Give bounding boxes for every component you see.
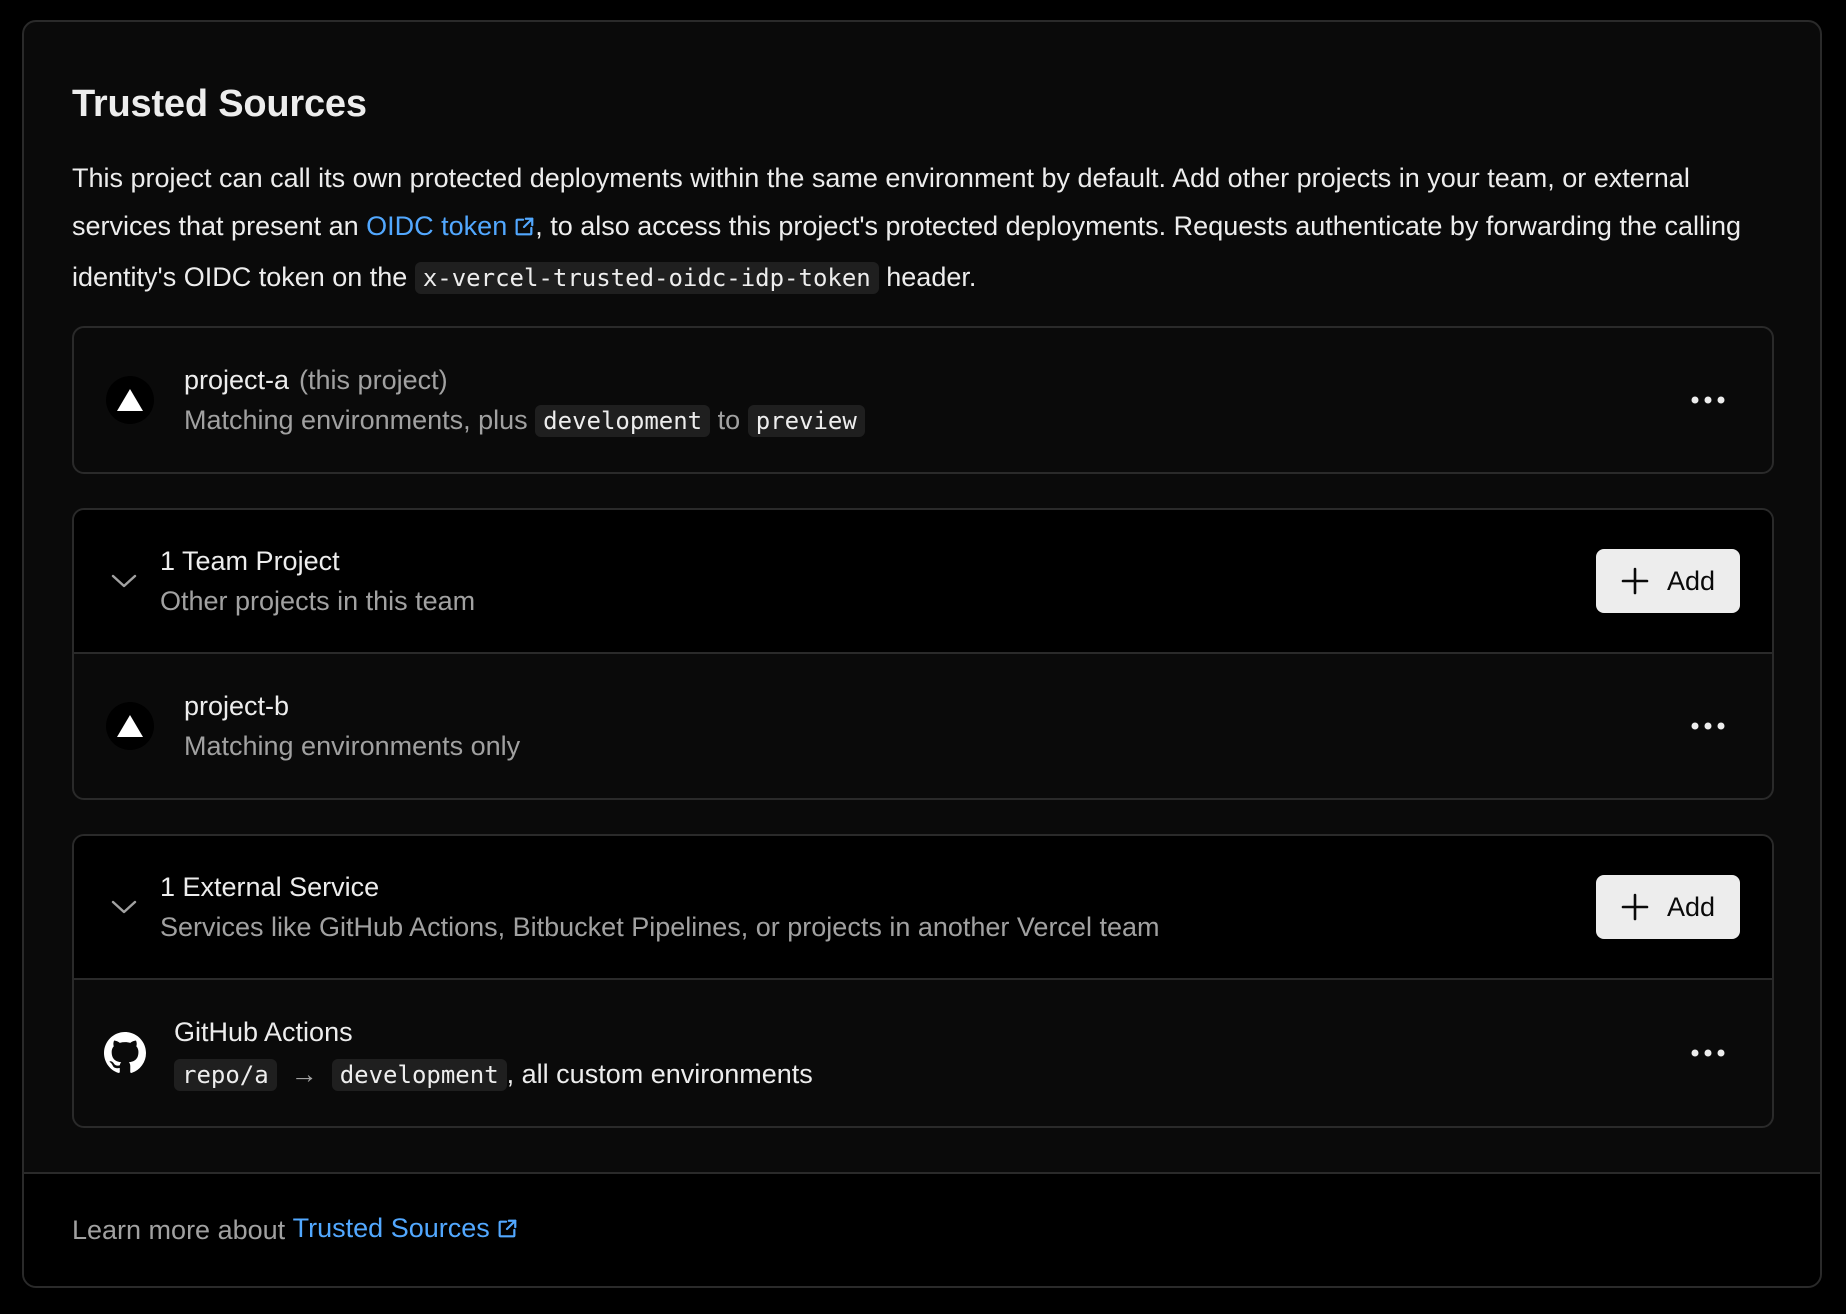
group-subtitle: Other projects in this team: [160, 586, 476, 616]
project-name: project-b: [184, 691, 290, 721]
plus-icon: [1621, 567, 1649, 595]
github-icon: [104, 1032, 146, 1074]
self-project-box: project-a (this project) Matching environ…: [72, 326, 1774, 474]
plus-icon: [1621, 893, 1649, 921]
arrow-right-icon: →: [290, 1058, 318, 1089]
self-project-info: project-a (this project) Matching environ…: [184, 362, 865, 439]
project-environments: Matching environments only: [184, 731, 521, 761]
team-projects-header: 1 Team Project Other projects in this te…: [74, 510, 1772, 654]
add-external-service-button[interactable]: Add: [1596, 875, 1740, 939]
chevron-down-icon[interactable]: [108, 891, 140, 923]
group-title: 1 Team Project: [160, 546, 340, 576]
external-link-icon: [513, 205, 535, 253]
group-title: 1 External Service: [160, 872, 380, 902]
external-services-group: 1 External Service Services like GitHub …: [72, 834, 1774, 1128]
this-project-tag: (this project): [299, 364, 448, 395]
repo-code: repo/a: [174, 1058, 277, 1091]
team-projects-group: 1 Team Project Other projects in this te…: [72, 508, 1774, 800]
section-description: This project can call its own protected …: [72, 163, 1742, 294]
group-subtitle: Services like GitHub Actions, Bitbucket …: [160, 912, 1160, 942]
chevron-down-icon[interactable]: [108, 565, 140, 597]
env-code: development: [535, 404, 711, 437]
service-mapping: repo/a → development, all custom environme…: [174, 1056, 813, 1093]
trusted-sources-docs-link[interactable]: Trusted Sources: [293, 1213, 518, 1247]
footer-text: Learn more about: [72, 1214, 286, 1245]
vercel-triangle-icon: [106, 702, 154, 750]
add-team-project-button[interactable]: Add: [1596, 549, 1740, 613]
header-name-code: x-vercel-trusted-oidc-idp-token: [414, 262, 879, 294]
env-code: development: [331, 1058, 507, 1091]
ellipsis-icon: [1691, 722, 1725, 730]
more-options-button[interactable]: [1688, 1033, 1728, 1073]
ellipsis-icon: [1691, 396, 1725, 404]
ellipsis-icon: [1691, 1049, 1725, 1057]
env-code: preview: [747, 404, 865, 437]
more-options-button[interactable]: [1688, 380, 1728, 420]
vercel-triangle-icon: [106, 376, 154, 424]
external-services-header: 1 External Service Services like GitHub …: [74, 836, 1772, 980]
project-environments: Matching environments, plus development …: [184, 402, 865, 439]
list-item: project-b Matching environments only: [74, 654, 1772, 798]
external-link-icon: [496, 1216, 518, 1247]
project-name: project-a: [184, 364, 290, 395]
trusted-sources-card: Trusted Sources This project can call it…: [22, 20, 1822, 1288]
more-options-button[interactable]: [1688, 706, 1728, 746]
list-item: GitHub Actions repo/a → development, all c…: [74, 980, 1772, 1126]
oidc-token-link[interactable]: OIDC token: [366, 211, 535, 241]
service-name: GitHub Actions: [174, 1016, 353, 1047]
self-project-row: project-a (this project) Matching environ…: [74, 328, 1772, 472]
section-title: Trusted Sources: [72, 83, 367, 125]
footer: Learn more about Trusted Sources: [24, 1172, 1820, 1286]
